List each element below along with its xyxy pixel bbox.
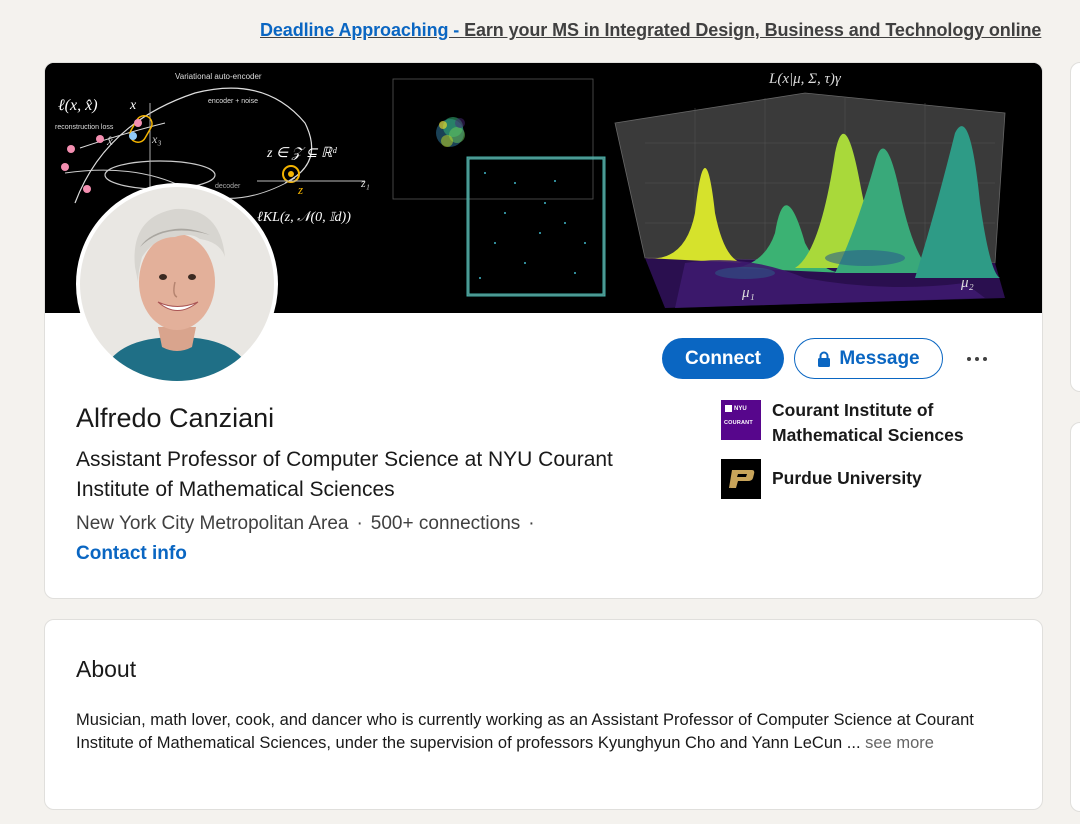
- decoder-label: decoder: [215, 183, 241, 190]
- org-purdue[interactable]: P Purdue University: [721, 459, 982, 499]
- nyu-logo-text: NYU: [734, 405, 747, 412]
- connect-button[interactable]: Connect: [662, 338, 784, 379]
- more-options-button[interactable]: [957, 344, 997, 374]
- about-body: Musician, math lover, cook, and dancer w…: [76, 711, 974, 752]
- mu2-label: μ₂: [960, 275, 974, 291]
- nyu-courant-logo: NYU COURANT: [721, 400, 761, 440]
- more-dot: [967, 357, 971, 361]
- reconstruction-label: reconstruction loss: [55, 124, 114, 131]
- encoder-label: encoder + noise: [208, 98, 258, 105]
- org-name: Purdue University: [772, 468, 922, 488]
- more-dot: [983, 357, 987, 361]
- about-card: About Musician, math lover, cook, and da…: [44, 619, 1043, 810]
- org-name: Courant Institute of Mathematical Scienc…: [772, 400, 964, 445]
- x-label: x: [129, 98, 137, 113]
- purdue-logo: P: [721, 459, 761, 499]
- connections-count[interactable]: 500+ connections: [371, 513, 520, 534]
- about-title: About: [76, 656, 137, 682]
- message-button-label: Message: [839, 347, 920, 369]
- lock-icon: [817, 351, 831, 367]
- promo-highlight[interactable]: Deadline Approaching -: [260, 20, 464, 40]
- x3-label: x₃: [151, 132, 162, 146]
- separator: ·: [528, 513, 535, 534]
- org-courant[interactable]: NYU COURANT Courant Institute of Mathema…: [721, 400, 982, 448]
- right-rail-card: [1070, 422, 1080, 812]
- more-dot: [975, 357, 979, 361]
- promo-text[interactable]: Earn your MS in Integrated Design, Busin…: [464, 20, 1041, 40]
- about-ellipsis: ...: [846, 734, 861, 752]
- see-more-link[interactable]: see more: [865, 734, 934, 752]
- connect-button-label: Connect: [685, 347, 761, 369]
- z-label: z: [297, 182, 303, 197]
- about-text: Musician, math lover, cook, and dancer w…: [76, 709, 1021, 755]
- courant-logo-text: COURANT: [724, 420, 753, 426]
- right-rail-card: [1070, 62, 1080, 392]
- profile-headline: Assistant Professor of Computer Science …: [76, 448, 613, 501]
- profile-card: Variational auto-encoder encoder + noise…: [44, 62, 1043, 599]
- contact-info-link[interactable]: Contact info: [76, 543, 187, 565]
- kl-formula: ℓKL(z, 𝒩(0, 𝕀d)): [257, 210, 351, 225]
- vae-title: Variational auto-encoder: [175, 72, 262, 81]
- set-formula: z ∈ 𝒵 ⊆ ℝᵈ: [266, 146, 337, 161]
- mu1-label: μ₁: [741, 285, 755, 301]
- profile-meta: New York City Metropolitan Area · 500+ con…: [76, 513, 543, 535]
- z1-label: z₁: [360, 176, 370, 190]
- promo-banner-link[interactable]: Deadline Approaching - Earn your MS in I…: [260, 20, 1041, 41]
- profile-name: Alfredo Canziani: [76, 403, 275, 433]
- surface-formula: L(x|μ, Σ, τ)γ: [768, 71, 842, 87]
- profile-location: New York City Metropolitan Area: [76, 513, 349, 534]
- separator: ·: [356, 513, 363, 534]
- loss-formula: ℓ(x, x̂): [58, 97, 98, 114]
- message-button[interactable]: Message: [794, 338, 943, 379]
- profile-photo[interactable]: [76, 183, 278, 385]
